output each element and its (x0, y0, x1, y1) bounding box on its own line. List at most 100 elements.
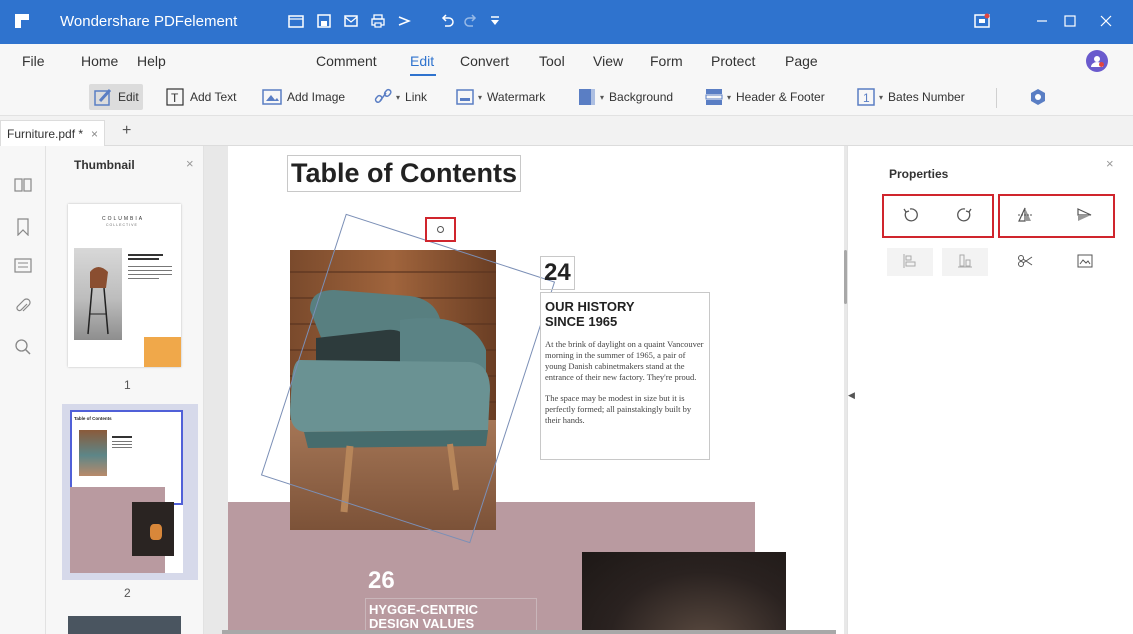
background-dropdown-icon[interactable]: ▾ (600, 93, 604, 102)
watermark-dropdown-icon[interactable]: ▾ (478, 93, 482, 102)
header-footer-label: Header & Footer (736, 90, 825, 104)
page-thumbnail-2-selected[interactable]: Table of Contents (62, 404, 198, 580)
thumb-brand-text: COLUMBIA (102, 216, 145, 222)
user-avatar-icon[interactable] (1086, 50, 1108, 72)
edit-pencil-icon (93, 87, 113, 107)
tab-view[interactable]: View (593, 53, 623, 69)
flip-horizontal-icon (1077, 207, 1093, 226)
page-thumbnail-1[interactable]: COLUMBIA COLLECTIVE (68, 204, 181, 367)
history-text-box[interactable]: OUR HISTORY SINCE 1965 At the brink of d… (540, 292, 710, 460)
bates-number-label: Bates Number (888, 90, 965, 104)
background-button[interactable]: ▾ Background (573, 84, 677, 110)
thumbnail-panel-title: Thumbnail (74, 158, 135, 172)
align-bottom-button[interactable] (942, 248, 988, 276)
crop-icon (1017, 253, 1033, 272)
crop-button[interactable] (1002, 248, 1048, 276)
hygge-text-box[interactable]: HYGGE-CENTRIC DESIGN VALUES (365, 598, 537, 634)
properties-close-icon[interactable]: × (1106, 156, 1114, 171)
save-icon[interactable] (315, 12, 333, 30)
tab-tool[interactable]: Tool (539, 53, 565, 69)
edit-button-label: Edit (118, 90, 139, 104)
section-number-24[interactable]: 24 (540, 256, 575, 290)
title-bar: Wondershare PDFelement (0, 0, 1133, 44)
toc-title-textbox[interactable]: Table of Contents (287, 155, 521, 192)
rotate-left-button[interactable] (887, 202, 933, 230)
redo-icon[interactable] (462, 12, 480, 30)
background-icon (577, 87, 597, 107)
history-paragraph-2: The space may be modest in size but it i… (545, 393, 692, 425)
section-number-26[interactable]: 26 (365, 564, 398, 598)
horizontal-scrollbar[interactable] (222, 630, 836, 634)
customize-dropdown-icon[interactable] (486, 12, 504, 30)
thumbnail-panel-icon[interactable] (12, 174, 34, 196)
align-left-icon (902, 253, 918, 272)
print-icon[interactable] (369, 12, 387, 30)
lamp-image[interactable] (582, 552, 786, 634)
close-icon[interactable] (1092, 10, 1120, 32)
folder-icon[interactable] (287, 12, 305, 30)
properties-panel: ◀ Properties × (847, 146, 1133, 634)
rotate-left-icon (902, 207, 918, 226)
bates-number-dropdown-icon[interactable]: ▾ (879, 93, 883, 102)
tab-protect[interactable]: Protect (711, 53, 755, 69)
menu-bar: File Home Help Comment Edit Convert Tool… (0, 44, 1133, 78)
thumb-orange-block (144, 337, 181, 367)
page-number-2: 2 (124, 586, 131, 600)
align-left-button[interactable] (887, 248, 933, 276)
flip-vertical-button[interactable] (1002, 202, 1048, 230)
document-tab[interactable]: Furniture.pdf * × (0, 120, 106, 146)
text-box-icon: T (165, 87, 185, 107)
add-image-button[interactable]: Add Image (258, 84, 349, 110)
rotate-handle-dot-icon (437, 226, 444, 233)
thumb2-text-lines (112, 436, 132, 450)
flip-horizontal-button[interactable] (1062, 202, 1108, 230)
more-tools-button[interactable] (1024, 84, 1052, 110)
tab-comment[interactable]: Comment (316, 53, 377, 69)
bookmark-icon[interactable] (12, 216, 34, 238)
link-button[interactable]: ▾ Link (369, 84, 431, 110)
history-paragraph-1: At the brink of daylight on a quaint Van… (545, 339, 704, 382)
toolbar-divider (996, 88, 997, 108)
collapse-properties-arrow-icon[interactable]: ◀ (848, 390, 855, 401)
search-icon[interactable] (12, 336, 34, 358)
share-icon[interactable] (395, 12, 413, 30)
align-bottom-icon (957, 253, 973, 272)
maximize-icon[interactable] (1056, 10, 1084, 32)
watermark-button[interactable]: ▾ Watermark (451, 84, 549, 110)
link-label: Link (405, 90, 428, 104)
attachment-icon[interactable] (12, 296, 34, 318)
link-dropdown-icon[interactable]: ▾ (396, 93, 400, 102)
thumbnail-close-icon[interactable]: × (186, 156, 194, 171)
app-window: Wondershare PDFelement File Home Help Co… (0, 0, 1133, 634)
rotate-handle[interactable] (425, 217, 456, 242)
pdf-page: Table of Contents 24 OUR HISTORY SINCE 1… (228, 146, 844, 634)
page-thumbnail-3[interactable] (68, 616, 181, 634)
add-text-button[interactable]: T Add Text (161, 84, 240, 110)
tab-convert[interactable]: Convert (460, 53, 509, 69)
menu-home[interactable]: Home (81, 53, 118, 69)
svg-text:T: T (171, 91, 179, 105)
bates-number-button[interactable]: 1 ▾ Bates Number (852, 84, 969, 110)
watermark-label: Watermark (487, 90, 546, 104)
minimize-icon[interactable] (1028, 10, 1056, 32)
header-footer-dropdown-icon[interactable]: ▾ (727, 93, 731, 102)
app-logo-icon (14, 13, 30, 29)
link-icon (373, 87, 393, 107)
rotate-right-button[interactable] (942, 202, 988, 230)
edit-button[interactable]: Edit (89, 84, 143, 110)
feedback-icon[interactable] (973, 12, 991, 30)
add-image-label: Add Image (287, 90, 346, 104)
menu-file[interactable]: File (22, 53, 45, 69)
comment-icon[interactable] (12, 256, 34, 278)
undo-icon[interactable] (438, 12, 456, 30)
menu-help[interactable]: Help (137, 53, 166, 69)
tab-edit[interactable]: Edit (410, 53, 434, 69)
close-tab-icon[interactable]: × (91, 127, 98, 141)
app-title: Wondershare PDFelement (60, 13, 238, 30)
mail-icon[interactable] (342, 12, 360, 30)
replace-image-button[interactable] (1062, 248, 1108, 276)
tab-page[interactable]: Page (785, 53, 818, 69)
header-footer-button[interactable]: ▾ Header & Footer (700, 84, 829, 110)
tab-form[interactable]: Form (650, 53, 683, 69)
new-tab-icon[interactable]: + (122, 122, 131, 140)
